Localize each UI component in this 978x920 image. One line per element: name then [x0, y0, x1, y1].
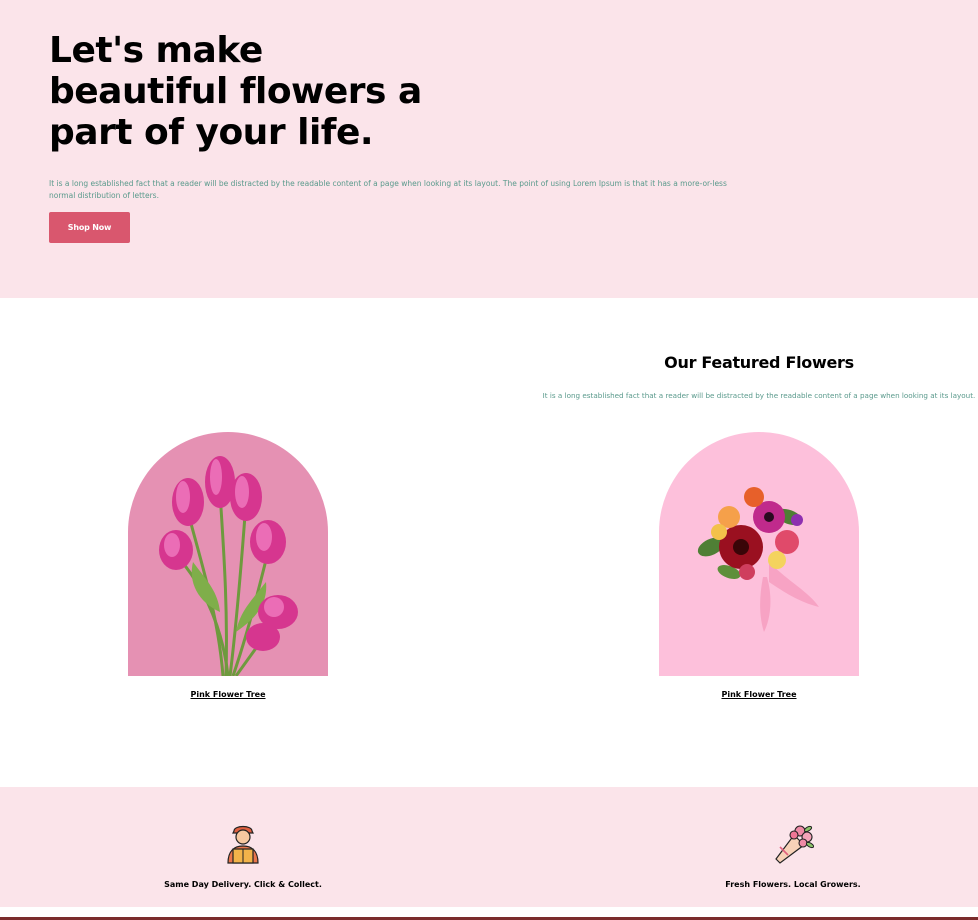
- feature-fresh-flowers: Fresh Flowers. Local Growers.: [643, 821, 943, 889]
- product-card-pink-tulips[interactable]: Pink Flower Tree: [128, 432, 328, 699]
- delivery-person-icon: [227, 825, 259, 864]
- featured-description: It is a long established fact that a rea…: [542, 391, 976, 400]
- mixed-bouquet-image[interactable]: [659, 432, 859, 676]
- featured-title: Our Featured Flowers: [664, 353, 854, 372]
- flower-bouquet-icon: [775, 825, 815, 864]
- product-link[interactable]: Pink Flower Tree: [128, 690, 328, 699]
- featured-section: Our Featured Flowers It is a long establ…: [0, 298, 978, 787]
- product-card-bouquet[interactable]: Pink Flower Tree: [659, 432, 859, 699]
- shop-now-button[interactable]: Shop Now: [49, 212, 130, 243]
- feature-delivery: Same Day Delivery. Click & Collect.: [93, 821, 393, 889]
- hero-section: Let's make beautiful flowers a part of y…: [0, 0, 978, 298]
- pink-tulips-image[interactable]: [128, 432, 328, 676]
- hero-description: It is a long established fact that a rea…: [49, 179, 727, 200]
- feature-label: Same Day Delivery. Click & Collect.: [164, 880, 322, 889]
- hero-title: Let's make beautiful flowers a part of y…: [49, 30, 422, 153]
- feature-label: Fresh Flowers. Local Growers.: [725, 880, 861, 889]
- features-strip: Same Day Delivery. Click & Collect. Fres…: [0, 787, 978, 907]
- product-link[interactable]: Pink Flower Tree: [659, 690, 859, 699]
